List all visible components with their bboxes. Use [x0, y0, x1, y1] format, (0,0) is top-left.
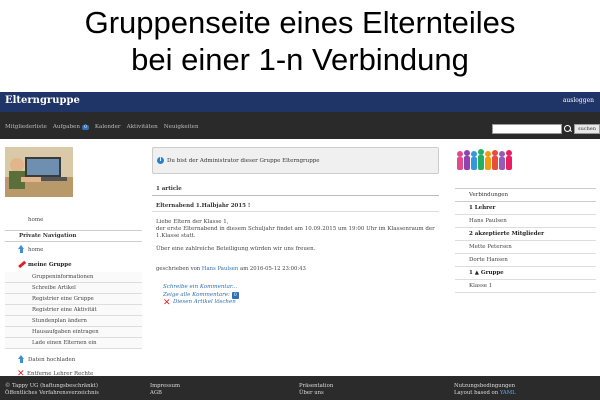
article-title[interactable]: Elternabend 1.Halbjahr 2015 !: [156, 203, 250, 209]
brand-title[interactable]: Elterngruppe: [5, 95, 80, 106]
sidebar-subitem[interactable]: Hausaufgaben eintragen: [5, 327, 142, 338]
logout-link[interactable]: ausloggen: [563, 97, 594, 104]
footer-col-1: © Tappy UG (haftungsbeschränkt) Öffentli…: [5, 383, 99, 397]
search-input[interactable]: [492, 124, 562, 134]
slide-title: Gruppenseite eines Elternteiles bei eine…: [0, 4, 600, 78]
byline-date: am 2016-05-12 23:00:43: [240, 266, 306, 272]
byline-prefix: geschrieben von: [156, 266, 202, 272]
connection-member[interactable]: Dorte Hansen: [455, 254, 596, 267]
sidebar-item-my-group[interactable]: meine Gruppe: [5, 257, 142, 272]
footer-col-3: Präsentation Über uns: [299, 383, 333, 397]
info-icon: i: [157, 157, 164, 164]
nav-tasks-label: Aufgaben: [52, 124, 80, 130]
write-comment-link[interactable]: Schreibe ein Kommentar...: [163, 284, 239, 292]
sidebar-item-home-link[interactable]: home: [5, 242, 142, 257]
sidebar-upload-label: Daten hochladen: [28, 356, 76, 363]
connections-panel: Verbindungen 1 Lehrer Hans Paulsen 2 akzep…: [455, 188, 596, 293]
author-link[interactable]: Hans Paulsen: [202, 266, 238, 272]
delete-x-icon: ✕: [163, 298, 171, 308]
sidebar-home-label: home: [28, 246, 44, 253]
article-line: 1.Klasse statt.: [156, 233, 196, 240]
article-line: Über eine zahlreiche Beteiligung würden …: [156, 245, 316, 252]
sidebar-subitem[interactable]: Gruppeninformationen: [5, 272, 142, 283]
article-count: 1 article: [156, 186, 182, 192]
connection-group-heading: 1 Lehrer: [455, 202, 596, 215]
connection-member[interactable]: Hans Paulsen: [455, 215, 596, 228]
nav-member-list[interactable]: Mitgliederliste: [5, 124, 47, 130]
article-line: der erste Elternabend in diesem Schuljah…: [156, 226, 435, 233]
slide-title-line-1: Gruppenseite eines Elternteiles: [84, 5, 516, 40]
connection-group-heading: 2 akzeptierte Mitglieder: [455, 228, 596, 241]
nav-calendar[interactable]: Kalender: [95, 124, 121, 130]
sidebar-subitem[interactable]: Schreibe Artikel: [5, 283, 142, 294]
footer-about-link[interactable]: Über uns: [299, 390, 333, 397]
connections-heading: Verbindungen: [455, 188, 596, 202]
show-comments-label: Zeige alle Kommentare:: [163, 291, 230, 298]
footer-presentation-link[interactable]: Präsentation: [299, 383, 333, 390]
search-area: suchen: [492, 124, 600, 134]
admin-info-box: i Du bist der Administrator dieser Grupp…: [152, 147, 439, 174]
nav-news[interactable]: Neuigkeiten: [164, 124, 199, 130]
delete-article-label: Diesen Artikel löschen: [173, 299, 236, 306]
sidebar-subitem[interactable]: Registrier eine Gruppe: [5, 294, 142, 305]
sidebar-subitem[interactable]: Registrier eine Aktivität: [5, 305, 142, 316]
profile-avatar-image: [5, 147, 73, 197]
footer-imprint-link[interactable]: Impressum: [150, 383, 180, 390]
group-people-image: [457, 149, 512, 170]
footer-yaml-link[interactable]: YAML: [500, 390, 516, 396]
comments-count-badge: 0: [231, 291, 239, 299]
footer: © Tappy UG (haftungsbeschränkt) Öffentli…: [0, 376, 600, 400]
footer-layout-prefix: Layout based on: [454, 390, 500, 396]
sidebar-subitem[interactable]: Lade einen Elternen ein: [5, 338, 142, 349]
private-nav-heading: Private Navigation: [5, 230, 142, 242]
search-button[interactable]: suchen: [574, 124, 600, 134]
divider: [152, 195, 439, 196]
footer-col-4: Nutzungsbedingungen Layout based on YAML: [454, 383, 516, 397]
sidebar-item-upload[interactable]: Daten hochladen: [5, 352, 142, 367]
connection-member[interactable]: Mette Petersen: [455, 241, 596, 254]
connection-member[interactable]: Klasse 1: [455, 280, 596, 293]
pencil-icon: [17, 260, 26, 269]
left-sidebar: home Private Navigation home meine Grupp…: [5, 212, 142, 384]
divider: [152, 211, 439, 212]
nav-tasks[interactable]: Aufgaben 0: [53, 124, 89, 130]
footer-layout-credit: Layout based on YAML: [454, 390, 516, 397]
connection-group-heading: 1 ▲ Gruppe: [455, 267, 596, 280]
admin-info-text: Du bist der Administrator dieser Gruppe …: [167, 157, 320, 164]
slide-title-line-2: bei einer 1-n Verbindung: [131, 42, 469, 77]
search-icon: [564, 125, 572, 133]
sidebar-my-group-label: meine Gruppe: [28, 261, 72, 268]
sidebar-item-home[interactable]: home: [5, 212, 142, 227]
article-body: Liebe Eltern der Klasse 1, der erste Elt…: [156, 219, 436, 258]
top-header-bar: Elterngruppe ausloggen: [0, 92, 600, 112]
article-greeting: Liebe Eltern der Klasse 1,: [156, 219, 229, 225]
show-comments-link[interactable]: Zeige alle Kommentare: 0: [163, 291, 239, 299]
footer-agb-link[interactable]: AGB: [150, 390, 180, 397]
footer-col-2: Impressum AGB: [150, 383, 180, 397]
sidebar-subitem[interactable]: Stundenplan ändern: [5, 316, 142, 327]
footer-terms-link[interactable]: Nutzungsbedingungen: [454, 383, 516, 390]
nav-activities[interactable]: Aktivitäten: [127, 124, 158, 130]
sidebar-item-home-label: home: [28, 216, 44, 223]
tasks-count-badge: 0: [81, 124, 89, 130]
footer-procedure-link[interactable]: Öffentliches Verfahrensverzeichnis: [5, 390, 99, 397]
delete-article-link[interactable]: ✕ Diesen Artikel löschen: [163, 298, 239, 308]
article-byline: geschrieben von Hans Paulsen am 2016-05-…: [156, 266, 306, 272]
article-actions: Schreibe ein Kommentar... Zeige alle Kom…: [163, 284, 239, 308]
footer-copyright: © Tappy UG (haftungsbeschränkt): [5, 383, 98, 389]
upload-arrow-icon: [17, 355, 26, 364]
home-arrow-icon: [17, 245, 26, 254]
